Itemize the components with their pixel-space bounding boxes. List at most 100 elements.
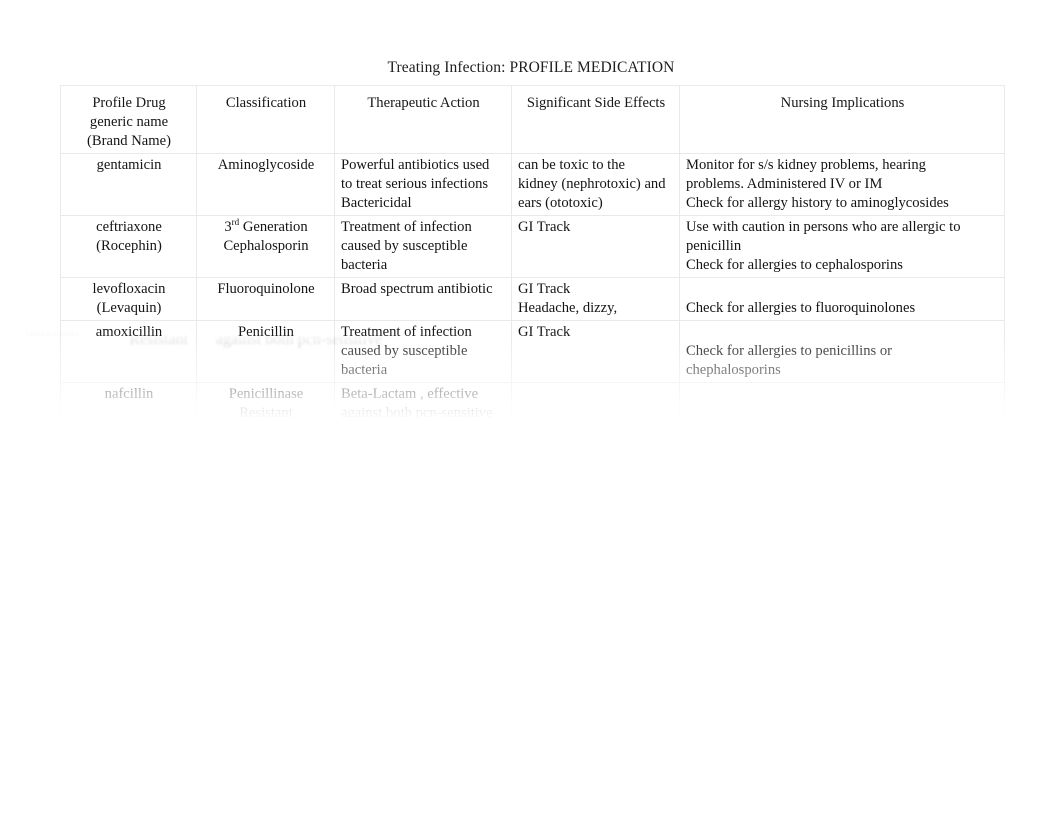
cell-line: to treat serious infections bbox=[341, 176, 489, 192]
cell-therapeutic-action bbox=[334, 444, 512, 507]
cell-line-spacer bbox=[518, 466, 674, 485]
cell-line-spacer bbox=[341, 466, 506, 485]
cell-line: (Rocephin) bbox=[96, 238, 162, 254]
cell-line-spacer bbox=[341, 547, 506, 566]
cell-line: 3rd Generation bbox=[224, 217, 308, 235]
cell-line-spacer bbox=[518, 485, 674, 504]
document-page: Treating Infection: PROFILE MEDICATION P… bbox=[0, 0, 1062, 822]
closing-paragraph-line bbox=[97, 729, 959, 753]
cell-line-spacer bbox=[518, 423, 674, 442]
cell-drug: ceftriaxone (Rocephin) bbox=[60, 215, 197, 278]
cell-line-spacer bbox=[686, 528, 999, 547]
cell-line-spacer bbox=[686, 633, 999, 652]
cell-line-spacer bbox=[67, 633, 191, 652]
cell-line-spacer bbox=[341, 609, 506, 628]
cell-line-spacer bbox=[518, 547, 674, 566]
page-title: Treating Infection: PROFILE MEDICATION bbox=[387, 59, 675, 76]
cell-line-spacer bbox=[686, 323, 999, 342]
cell-drug: gentamicin bbox=[60, 153, 197, 216]
cell-side-effects: GI Track bbox=[511, 215, 680, 278]
cell-line-spacer bbox=[518, 609, 674, 628]
cell-line-spacer bbox=[341, 528, 506, 547]
cell-therapeutic-action: Treatment of infection caused by suscepti… bbox=[334, 320, 512, 383]
cell-line-spacer bbox=[686, 447, 999, 466]
table-row: amoxicillin Penicillin Treatment of infect… bbox=[60, 320, 1005, 383]
cell-side-effects bbox=[511, 382, 680, 445]
cell-side-effects bbox=[511, 506, 680, 588]
column-header-drug-line3: (Brand Name) bbox=[87, 133, 171, 149]
table-row bbox=[60, 587, 1005, 631]
column-header-classification-label: Classification bbox=[225, 95, 307, 111]
closing-paragraph-line bbox=[97, 706, 959, 730]
cell-line: Powerful antibiotics used bbox=[341, 157, 490, 173]
cell-drug: levofloxacin (Levaquin) bbox=[60, 277, 197, 321]
cell-nursing-implications bbox=[679, 444, 1005, 507]
cell-classification bbox=[196, 506, 335, 588]
cell-line: amoxicillin bbox=[95, 324, 163, 340]
cell-line: Use with caution in persons who are alle… bbox=[686, 219, 961, 235]
cell-line-spacer bbox=[341, 509, 506, 528]
cell-drug: nafcillin bbox=[60, 382, 197, 445]
cell-line-spacer bbox=[518, 652, 674, 671]
cell-line: Penicillin bbox=[238, 324, 294, 340]
cell-classification bbox=[196, 587, 335, 631]
cell-line: Treatment of infection bbox=[341, 219, 472, 235]
cell-line: problems. Administered IV or IM bbox=[686, 176, 883, 192]
closing-paragraph-line bbox=[97, 682, 959, 706]
cell-line-spacer bbox=[203, 590, 329, 609]
cell-nursing-implications: Monitor for s/s kidney problems, hearing… bbox=[679, 153, 1005, 216]
cell-line: can be toxic to the bbox=[518, 157, 625, 173]
cell-line: gentamicin bbox=[96, 157, 162, 173]
cell-therapeutic-action bbox=[334, 506, 512, 588]
cell-line: Check for allergies to penicillins or bbox=[686, 343, 893, 359]
cell-line-spacer bbox=[67, 447, 191, 466]
cell-line-spacer bbox=[67, 652, 191, 671]
cell-line-spacer bbox=[341, 652, 506, 671]
column-header-drug-line1: Profile Drug bbox=[92, 95, 166, 111]
cell-classification: 3rd Generation Cephalosporin bbox=[196, 215, 335, 278]
cell-line: GI Track bbox=[518, 219, 571, 235]
column-header-therapeutic-action-label: Therapeutic Action bbox=[367, 95, 480, 111]
column-header-drug-line2: generic name bbox=[89, 114, 169, 130]
cell-line-spacer bbox=[203, 509, 329, 528]
cell-line-spacer bbox=[518, 528, 674, 547]
table-row bbox=[60, 506, 1005, 588]
cell-line: (Levaquin) bbox=[96, 300, 162, 316]
cell-nursing-implications: Check for allergies to fluoroquinolones bbox=[679, 277, 1005, 321]
cell-line-spacer bbox=[341, 485, 506, 504]
cell-line-spacer bbox=[686, 280, 999, 299]
cell-line: caused by susceptible bbox=[341, 238, 468, 254]
cell-classification: Penicillin bbox=[196, 320, 335, 383]
cell-line: Check for allergies to cephalosporins bbox=[686, 257, 903, 273]
cell-side-effects: can be toxic to the kidney (nephrotoxic) … bbox=[511, 153, 680, 216]
cell-line-spacer bbox=[686, 590, 999, 609]
cell-line: Resistant bbox=[239, 405, 293, 421]
cell-line: Cephalosporin bbox=[223, 238, 309, 254]
cell-line-spacer bbox=[518, 447, 674, 466]
column-header-nursing-implications: Nursing Implications bbox=[679, 85, 1005, 154]
cell-line: bacteria bbox=[341, 362, 388, 378]
table-row: gentamicin Aminoglycoside Powerful antibio… bbox=[60, 153, 1005, 216]
cell-drug bbox=[60, 444, 197, 507]
cell-line-spacer bbox=[341, 633, 506, 652]
cell-line-spacer bbox=[518, 590, 674, 609]
cell-line-spacer bbox=[686, 547, 999, 566]
cell-line: GI Track bbox=[518, 281, 571, 297]
cell-line: Check for allergies to fluoroquinolones bbox=[686, 300, 916, 316]
cell-side-effects: GI Track Headache, dizzy, bbox=[511, 277, 680, 321]
cell-line-spacer bbox=[686, 466, 999, 485]
cell-line: Broad spectrum antibiotic bbox=[341, 281, 493, 297]
cell-line: Headache, dizzy, bbox=[518, 300, 618, 316]
cell-classification: Fluoroquinolone bbox=[196, 277, 335, 321]
cell-line: chephalosporins bbox=[686, 362, 781, 378]
column-header-nursing-implications-label: Nursing Implications bbox=[780, 95, 905, 111]
cell-line: against both pcn-sensitive bbox=[341, 405, 493, 421]
cell-nursing-implications bbox=[679, 382, 1005, 445]
cell-side-effects bbox=[511, 587, 680, 631]
column-header-side-effects: Significant Side Effects bbox=[511, 85, 680, 154]
cell-line: bacteria bbox=[341, 257, 388, 273]
cell-line: levofloxacin bbox=[92, 281, 166, 297]
cell-line-spacer bbox=[686, 385, 999, 404]
cell-nursing-implications: Use with caution in persons who are alle… bbox=[679, 215, 1005, 278]
cell-side-effects bbox=[511, 444, 680, 507]
